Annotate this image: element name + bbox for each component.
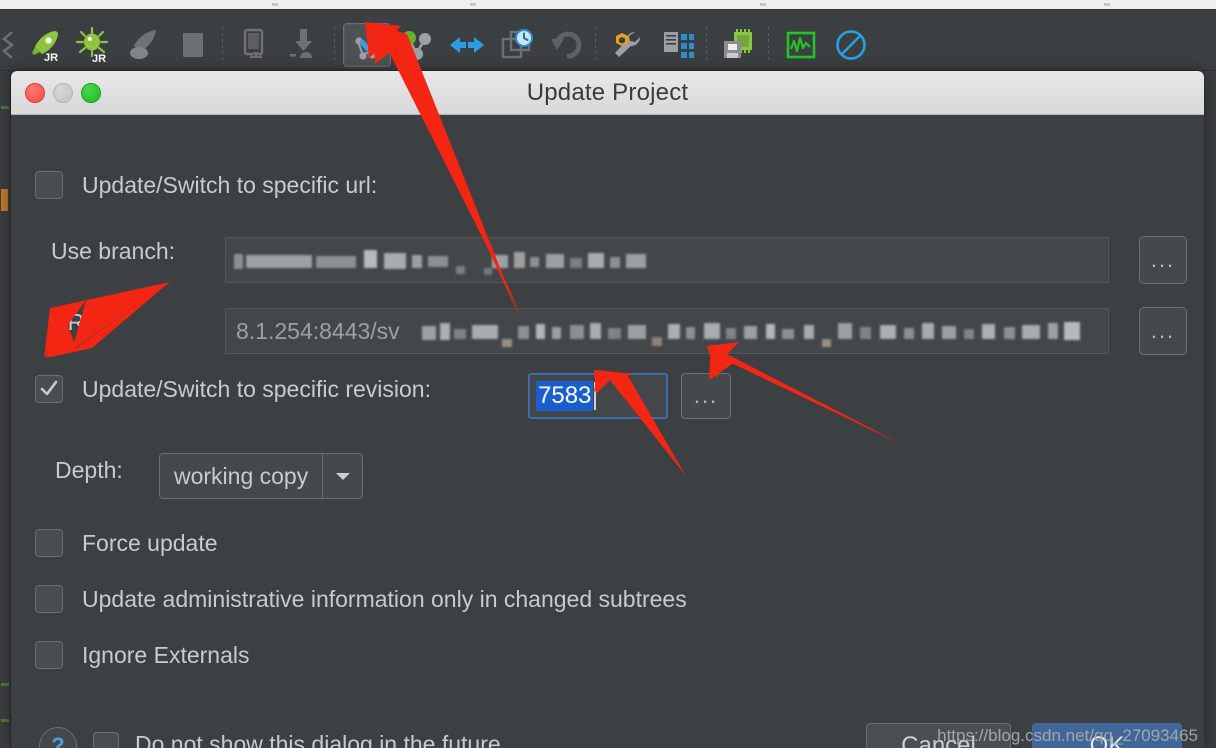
vcs-rollback-icon [544, 25, 590, 65]
help-button[interactable]: ? [39, 727, 77, 748]
ide-toolbar[interactable]: JR JR [0, 9, 1216, 71]
use-branch-row[interactable]: Use branch: [51, 238, 226, 265]
ignore-externals-checkbox[interactable] [35, 641, 63, 669]
redacted-url-content [422, 317, 1102, 347]
update-admin-info-label: Update administrative information only i… [82, 585, 687, 612]
dialog-title: Update Project [526, 78, 689, 106]
svg-text:JR: JR [92, 53, 106, 64]
do-not-show-checkbox[interactable] [93, 731, 119, 748]
screen: JR JR Update Project Update/Switch to sp… [0, 0, 1216, 748]
android-device-icon [232, 25, 278, 65]
ide-top-strip [0, 0, 1216, 9]
update-admin-info-checkbox[interactable] [35, 585, 63, 613]
update-switch-revision-row[interactable]: Update/Switch to specific revision: [35, 375, 431, 403]
monitor-icon[interactable] [778, 25, 824, 65]
dialog-body: Update/Switch to specific url: Use branc… [11, 115, 1204, 748]
toolbar-separator [768, 27, 769, 63]
force-update-label: Force update [82, 529, 218, 556]
update-switch-url-row[interactable]: Update/Switch to specific url: [35, 171, 377, 199]
ignore-externals-label: Ignore Externals [82, 641, 250, 668]
toolbar-separator [222, 27, 223, 63]
url-input[interactable]: 8.1.254:8443/sv [225, 308, 1109, 354]
url-label: URL: [51, 309, 104, 335]
update-switch-revision-checkbox[interactable] [35, 375, 63, 403]
svg-text:JR: JR [44, 52, 58, 64]
zoom-button[interactable] [81, 83, 101, 103]
ide-background-sliver [0, 71, 11, 748]
depth-row[interactable]: Depth: [55, 457, 123, 484]
sdk-manager-icon[interactable] [716, 25, 762, 65]
vcs-commit-icon[interactable] [394, 25, 440, 65]
redacted-branch-content [234, 246, 794, 276]
url-browse-button[interactable]: ... [1139, 307, 1187, 355]
depth-label: Depth: [55, 457, 123, 483]
vcs-compare-icon[interactable] [444, 25, 490, 65]
settings-wrench-icon[interactable] [605, 25, 651, 65]
watermark-text: https://blog.csdn.net/qq_27093465 [937, 726, 1198, 745]
force-update-checkbox[interactable] [35, 529, 63, 557]
minimize-button[interactable] [53, 83, 73, 103]
revision-input[interactable]: 7583 [528, 373, 668, 419]
toolbar-separator [706, 27, 707, 63]
update-switch-url-checkbox[interactable] [35, 171, 63, 199]
dialog-titlebar[interactable]: Update Project [11, 71, 1204, 115]
toolbar-separator [334, 27, 335, 63]
update-switch-url-label: Update/Switch to specific url: [82, 171, 378, 198]
use-branch-label: Use branch: [51, 238, 176, 264]
jrebel-debug-icon[interactable]: JR [70, 25, 116, 65]
vcs-update-icon[interactable] [343, 23, 391, 67]
do-not-show-row[interactable]: Do not show this dialog in the future [93, 731, 501, 748]
force-update-row[interactable]: Force update [35, 529, 218, 557]
revision-browse-button[interactable]: ... [681, 373, 731, 419]
chevron-down-icon[interactable] [322, 454, 362, 498]
update-project-dialog: Update Project Update/Switch to specific… [11, 71, 1204, 748]
android-sync-icon [282, 25, 328, 65]
use-branch-input[interactable] [225, 237, 1109, 283]
update-switch-revision-label: Update/Switch to specific revision: [82, 375, 431, 402]
no-entry-icon[interactable] [828, 25, 874, 65]
do-not-show-label: Do not show this dialog in the future [135, 731, 501, 748]
vcs-history-icon[interactable] [494, 25, 540, 65]
rocket-disabled-icon [120, 25, 166, 65]
stop-icon [170, 25, 216, 65]
ignore-externals-row[interactable]: Ignore Externals [35, 641, 249, 669]
text-caret [594, 382, 597, 410]
update-admin-info-row[interactable]: Update administrative information only i… [35, 585, 687, 613]
revision-value: 7583 [536, 381, 594, 411]
project-structure-icon[interactable] [655, 25, 701, 65]
window-controls[interactable] [25, 83, 101, 103]
url-value: 8.1.254:8443/sv [236, 317, 400, 344]
toolbar-separator [595, 27, 596, 63]
depth-value: working copy [174, 462, 309, 489]
url-row[interactable]: URL: [51, 309, 226, 336]
use-branch-browse-button[interactable]: ... [1139, 236, 1187, 284]
depth-select[interactable]: working copy [159, 453, 364, 499]
jrebel-run-icon[interactable]: JR [22, 25, 68, 65]
close-button[interactable] [25, 83, 45, 103]
